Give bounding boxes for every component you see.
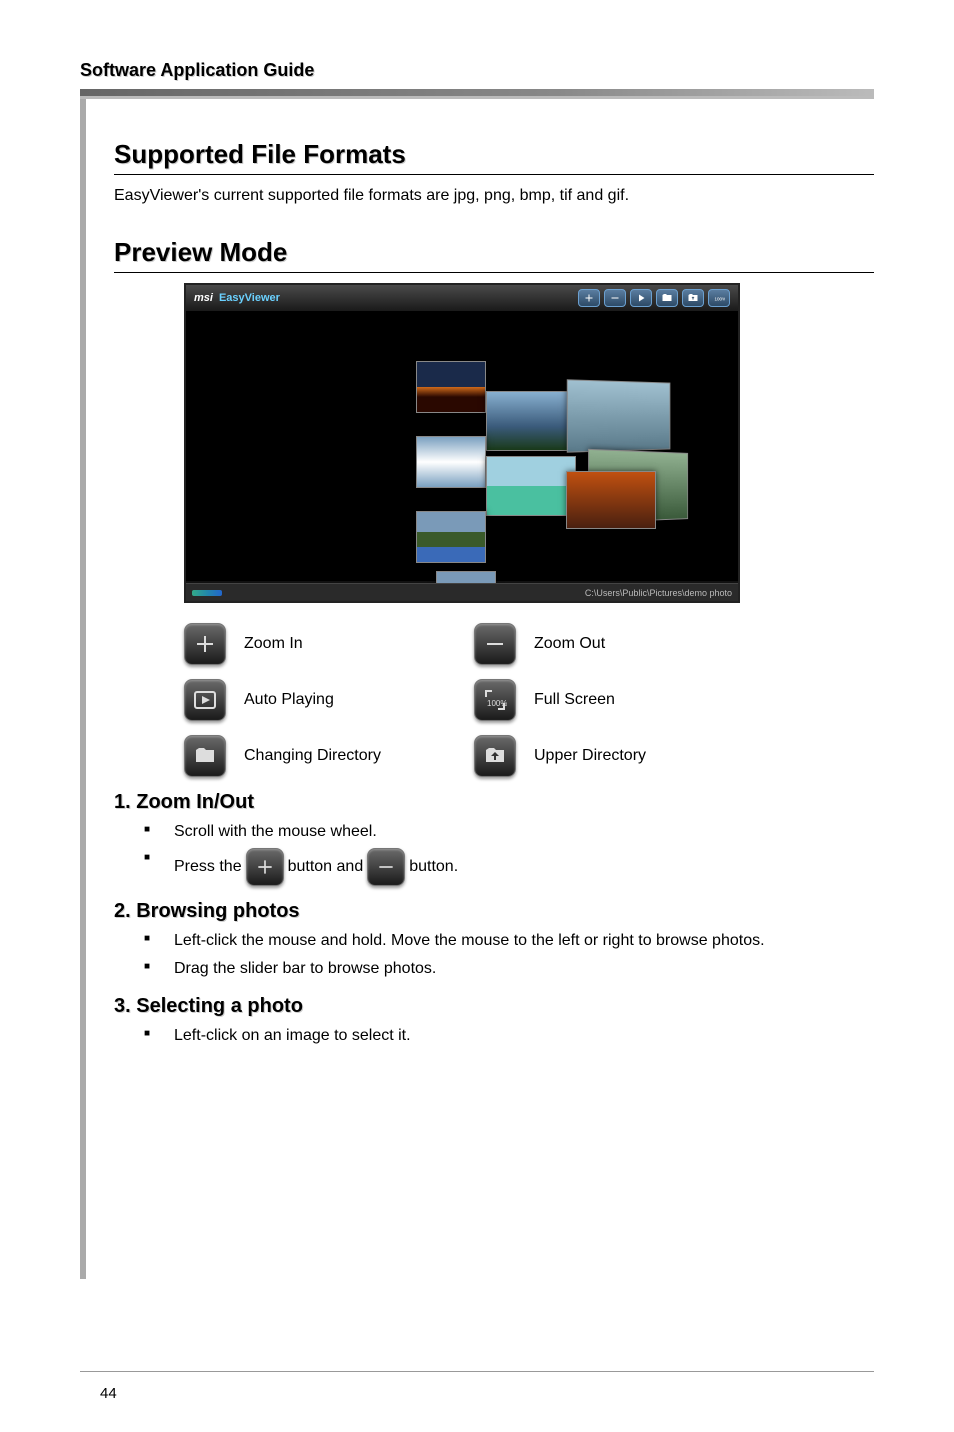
button-legend: Zoom In Zoom Out Auto Playing bbox=[184, 623, 874, 777]
instr-bullet: Drag the slider bar to browse photos. bbox=[174, 957, 874, 981]
instr-bullet: Left-click the mouse and hold. Move the … bbox=[174, 929, 874, 953]
legend-label-full-screen: Full Screen bbox=[534, 691, 615, 709]
screenshot-app-name: EasyViewer bbox=[219, 292, 280, 304]
text: Press the bbox=[174, 855, 242, 879]
instr-heading-zoom: 1. Zoom In/Out bbox=[114, 791, 874, 814]
zoom-out-icon bbox=[474, 623, 516, 665]
zoom-out-icon bbox=[367, 848, 405, 886]
thumbnail bbox=[416, 436, 486, 488]
instr-bullet: Press the button and button. bbox=[174, 848, 874, 886]
zoom-in-icon bbox=[246, 848, 284, 886]
instr-heading-selecting: 3. Selecting a photo bbox=[114, 995, 874, 1018]
section-body-formats: EasyViewer's current supported file form… bbox=[114, 185, 874, 207]
fullscreen-icon: 100% bbox=[474, 679, 516, 721]
thumbnail bbox=[567, 380, 671, 453]
play-icon bbox=[184, 679, 226, 721]
screenshot-toolbar: 100% bbox=[578, 289, 730, 307]
section-heading-formats: Supported File Formats bbox=[114, 139, 874, 175]
section-heading-preview: Preview Mode bbox=[114, 237, 874, 273]
legend-label-zoom-in: Zoom In bbox=[244, 635, 303, 653]
screenshot-titlebar: msi EasyViewer 100% bbox=[186, 285, 738, 311]
folder-up-icon[interactable] bbox=[682, 289, 704, 307]
footer-divider bbox=[80, 1371, 874, 1372]
legend-label-upper-directory: Upper Directory bbox=[534, 747, 646, 765]
screenshot-easyviewer: msi EasyViewer 100% bbox=[184, 283, 740, 603]
svg-text:100%: 100% bbox=[715, 297, 726, 302]
slider-icon bbox=[192, 590, 222, 596]
thumbnail bbox=[486, 391, 576, 451]
zoom-in-icon[interactable] bbox=[578, 289, 600, 307]
legend-label-auto-playing: Auto Playing bbox=[244, 691, 334, 709]
screenshot-statusbar: C:\Users\Public\Pictures\demo photo bbox=[186, 583, 738, 601]
legend-label-changing-directory: Changing Directory bbox=[244, 747, 381, 765]
header-title: Software Application Guide bbox=[80, 60, 874, 81]
fullscreen-icon[interactable]: 100% bbox=[708, 289, 730, 307]
zoom-out-icon[interactable] bbox=[604, 289, 626, 307]
thumbnail bbox=[416, 361, 486, 413]
screenshot-body bbox=[186, 311, 738, 581]
text: button and bbox=[288, 855, 364, 879]
thumbnail bbox=[416, 511, 486, 563]
folder-up-icon bbox=[474, 735, 516, 777]
header-divider bbox=[80, 89, 874, 99]
screenshot-brand: msi bbox=[194, 292, 213, 304]
folder-icon bbox=[184, 735, 226, 777]
screenshot-path: C:\Users\Public\Pictures\demo photo bbox=[585, 588, 732, 598]
instr-bullet: Left-click on an image to select it. bbox=[174, 1024, 874, 1048]
play-icon[interactable] bbox=[630, 289, 652, 307]
instr-heading-browsing: 2. Browsing photos bbox=[114, 900, 874, 923]
zoom-in-icon bbox=[184, 623, 226, 665]
folder-icon[interactable] bbox=[656, 289, 678, 307]
thumbnail bbox=[566, 471, 656, 529]
legend-label-zoom-out: Zoom Out bbox=[534, 635, 605, 653]
text: button. bbox=[409, 855, 458, 879]
svg-text:100%: 100% bbox=[487, 699, 507, 708]
thumbnail bbox=[486, 456, 576, 516]
page-number: 44 bbox=[100, 1385, 117, 1402]
instr-bullet: Scroll with the mouse wheel. bbox=[174, 820, 874, 844]
